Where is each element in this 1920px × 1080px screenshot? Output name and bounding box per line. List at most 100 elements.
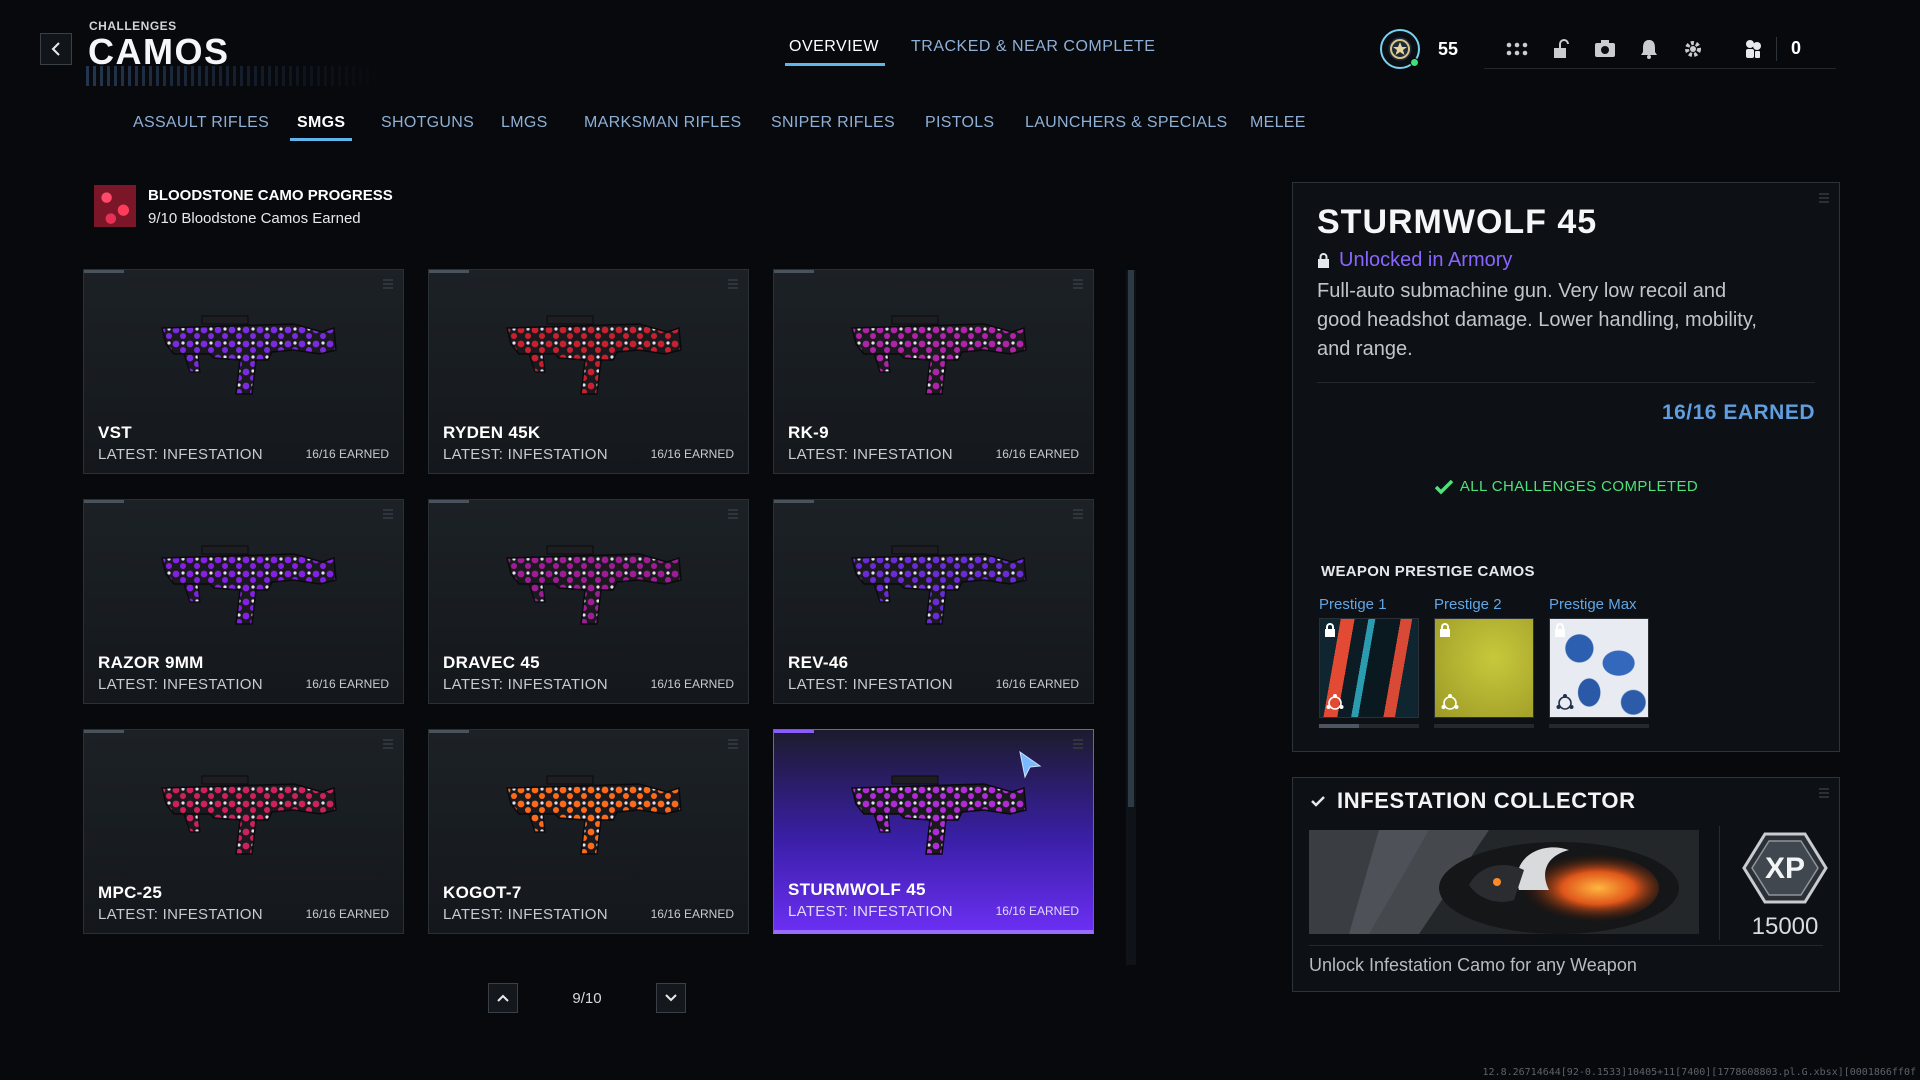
page-up-button[interactable] [488,983,518,1013]
prestige-progress-bar [1549,724,1649,728]
weapon-card-dravec-45[interactable]: DRAVEC 45 LATEST: INFESTATION 16/16 EARN… [428,499,749,704]
card-top-accent [84,730,124,733]
detail-earned: 16/16 EARNED [1661,401,1815,424]
panel-corner-decoration [1819,788,1829,798]
pointer-cursor-icon [1019,750,1042,779]
prestige-swatch [1434,618,1534,718]
pager: 9/10 [488,983,686,1013]
complete-text: ALL CHALLENGES COMPLETED [1459,478,1699,495]
lock-icon [1318,253,1329,268]
weapon-detail-panel: STURMWOLF 45 Unlocked in Armory Full-aut… [1292,182,1840,752]
tab-lmgs[interactable]: LMGS [501,114,548,132]
prestige-swatch [1549,618,1649,718]
weapon-earned-count: 16/16 EARNED [305,677,389,691]
weapon-latest-camo: LATEST: INFESTATION [443,446,608,463]
lock-icon [1440,623,1450,637]
grid-menu-icon[interactable] [1506,38,1528,60]
infestation-collector-panel[interactable]: INFESTATION COLLECTOR XP 15000 Unlock In… [1292,777,1840,992]
collector-divider [1309,945,1823,946]
card-top-accent [774,270,814,273]
weapon-card-razor-9mm[interactable]: RAZOR 9MM LATEST: INFESTATION 16/16 EARN… [83,499,404,704]
weapon-name: DRAVEC 45 [443,653,540,672]
prestige-label: Prestige 1 [1319,596,1387,613]
weapon-earned-count: 16/16 EARNED [995,904,1079,918]
weapon-earned-count: 16/16 EARNED [650,677,734,691]
weapon-earned-count: 16/16 EARNED [995,677,1079,691]
detail-divider [1317,382,1815,383]
currency-group[interactable]: 0 [1726,29,1836,69]
prestige-camo-1[interactable]: Prestige 1 [1319,596,1419,728]
prestige-progress-bar [1319,724,1419,728]
challenges-complete: ALL CHALLENGES COMPLETED [1293,478,1839,495]
hud-icon-group [1484,29,1726,69]
weapon-latest-camo: LATEST: INFESTATION [98,446,263,463]
smg-weapon-icon [506,315,682,395]
camera-icon[interactable] [1594,38,1616,60]
grid-scrollbar[interactable] [1126,270,1136,965]
weapon-card-mpc-25[interactable]: MPC-25 LATEST: INFESTATION 16/16 EARNED [83,729,404,934]
tab-melee[interactable]: MELEE [1250,114,1306,132]
unlock-icon[interactable] [1550,38,1572,60]
unlock-info: Unlocked in Armory [1317,249,1512,272]
tab-pistols[interactable]: PISTOLS [925,114,994,132]
weapon-card-sturmwolf-45[interactable]: STURMWOLF 45 LATEST: INFESTATION 16/16 E… [773,729,1094,934]
weapon-earned-count: 16/16 EARNED [305,907,389,921]
card-top-accent [84,270,124,273]
collector-reward-image [1309,830,1699,934]
progress-title: BLOODSTONE CAMO PROGRESS [148,187,393,204]
back-button[interactable] [40,33,72,65]
tab-overview[interactable]: OVERVIEW [785,38,885,66]
card-corner-decoration [728,279,738,289]
weapon-earned-count: 16/16 EARNED [995,447,1079,461]
weapon-earned-count: 16/16 EARNED [650,907,734,921]
smg-weapon-icon [851,775,1027,855]
scrollbar-thumb[interactable] [1128,270,1134,807]
weapon-name: RK-9 [788,423,829,442]
card-corner-decoration [1073,509,1083,519]
weapon-card-kogot-7[interactable]: KOGOT-7 LATEST: INFESTATION 16/16 EARNED [428,729,749,934]
collector-header: INFESTATION COLLECTOR [1311,788,1636,814]
panel-corner-decoration [1819,193,1829,203]
weapon-earned-count: 16/16 EARNED [305,447,389,461]
lock-icon [1555,623,1565,637]
prestige-camo-2[interactable]: Prestige 2 [1434,596,1534,728]
cod-points-icon [1746,39,1761,58]
weapon-card-vst[interactable]: VST LATEST: INFESTATION 16/16 EARNED [83,269,404,474]
checkmark-icon [1311,796,1325,807]
card-top-accent [774,730,814,733]
weapon-latest-camo: LATEST: INFESTATION [443,906,608,923]
weapon-card-rev-46[interactable]: REV-46 LATEST: INFESTATION 16/16 EARNED [773,499,1094,704]
prestige-progress-bar [1434,724,1534,728]
tab-shotguns[interactable]: SHOTGUNS [381,114,474,132]
weapon-latest-camo: LATEST: INFESTATION [788,676,953,693]
weapon-description: Full-auto submachine gun. Very low recoi… [1317,280,1757,360]
smg-weapon-icon [851,545,1027,625]
online-status-dot [1410,58,1419,67]
tab-assault-rifles[interactable]: ASSAULT RIFLES [133,114,269,132]
xp-badge-icon: XP [1742,832,1828,904]
card-corner-decoration [383,279,393,289]
prestige-camo-row: Prestige 1 Prestige 2 Prestige Max [1319,596,1649,728]
title-decoration [86,66,386,86]
smg-weapon-icon [851,315,1027,395]
checkmark-icon [1434,479,1454,494]
smg-weapon-icon [161,545,337,625]
animated-camo-icon [1326,694,1344,710]
bell-icon[interactable] [1638,38,1660,60]
xp-reward: XP 15000 [1737,830,1833,941]
weapon-card-rk-9[interactable]: RK-9 LATEST: INFESTATION 16/16 EARNED [773,269,1094,474]
bloodstone-camo-swatch [94,185,136,227]
weapon-name: RAZOR 9MM [98,653,204,672]
tab-sniper-rifles[interactable]: SNIPER RIFLES [771,114,895,132]
tab-tracked-near-complete[interactable]: TRACKED & NEAR COMPLETE [911,38,1155,56]
weapon-card-ryden-45k[interactable]: RYDEN 45K LATEST: INFESTATION 16/16 EARN… [428,269,749,474]
smg-weapon-icon [506,545,682,625]
tab-launchers-specials[interactable]: LAUNCHERS & SPECIALS [1025,114,1228,132]
build-string: 12.8.26714644[92-0.1533]10405+11[7400][1… [1482,1067,1916,1078]
prestige-emblem[interactable] [1380,29,1420,69]
tab-marksman-rifles[interactable]: MARKSMAN RIFLES [584,114,741,132]
prestige-camo-max[interactable]: Prestige Max [1549,596,1649,728]
tab-smgs[interactable]: SMGS [289,114,353,141]
page-down-button[interactable] [656,983,686,1013]
gear-icon[interactable] [1682,38,1704,60]
